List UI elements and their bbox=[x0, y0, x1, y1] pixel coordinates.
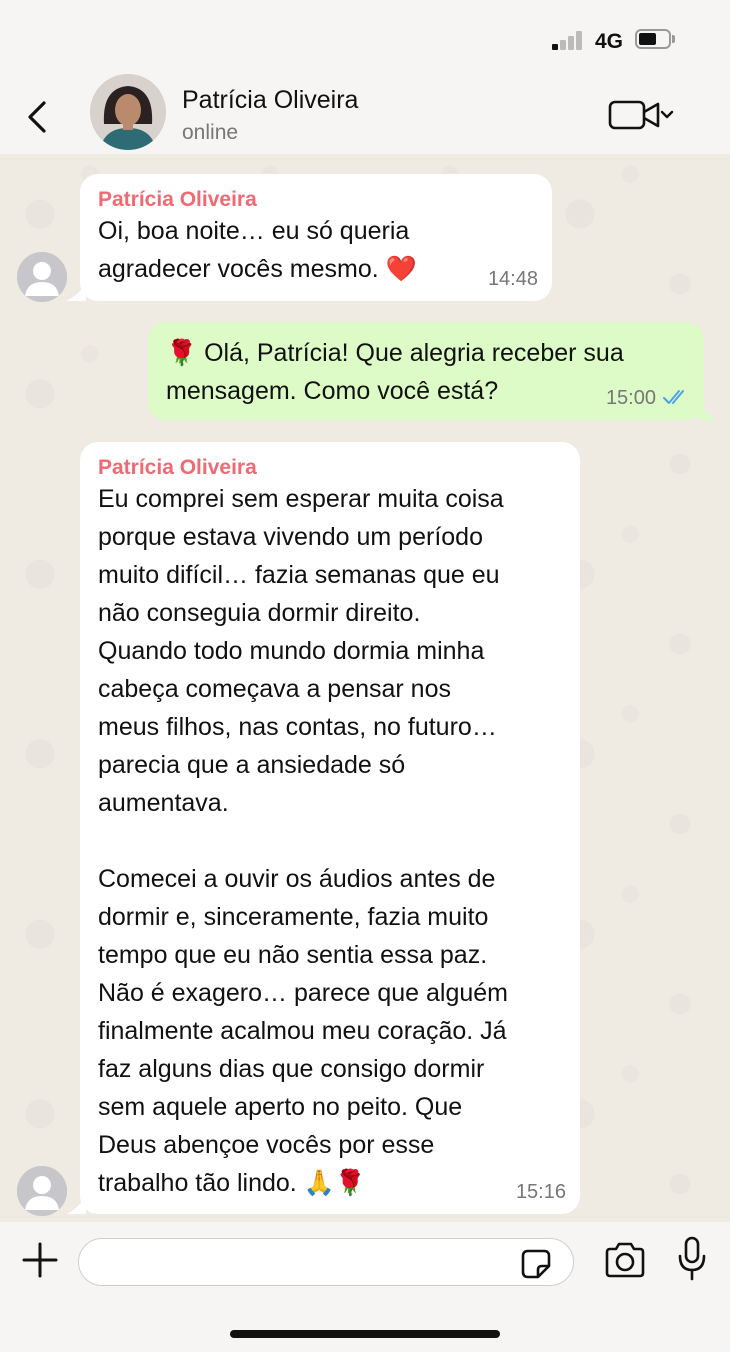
home-indicator[interactable] bbox=[230, 1330, 500, 1338]
chevron-down-icon bbox=[660, 110, 674, 119]
camera-icon bbox=[605, 1242, 645, 1278]
back-button[interactable] bbox=[18, 96, 58, 136]
camera-button[interactable] bbox=[603, 1240, 647, 1280]
microphone-icon bbox=[678, 1236, 706, 1281]
message-composer bbox=[0, 1222, 730, 1352]
message-sender: Patrícia Oliveira bbox=[98, 456, 257, 479]
message-bubble-outgoing[interactable]: 🌹 Olá, Patrícia! Que alegria receber sua… bbox=[148, 322, 704, 420]
network-type: 4G bbox=[595, 30, 624, 53]
plus-icon bbox=[22, 1242, 58, 1278]
message-time: 15:16 bbox=[515, 1181, 566, 1203]
status-bar: 4G bbox=[0, 0, 730, 76]
sticker-button[interactable] bbox=[520, 1248, 552, 1280]
default-user-icon bbox=[17, 1166, 67, 1216]
sticker-icon bbox=[521, 1249, 551, 1279]
video-call-icon bbox=[608, 100, 660, 130]
bubble-tail bbox=[66, 281, 86, 301]
contact-name[interactable]: Patrícia Oliveira bbox=[182, 86, 358, 115]
message-bubble-incoming[interactable]: Patrícia Oliveira Oi, boa noite… eu só q… bbox=[80, 174, 552, 301]
chat-messages-area[interactable]: Patrícia Oliveira Oi, boa noite… eu só q… bbox=[0, 154, 730, 1222]
double-check-read-icon bbox=[663, 390, 684, 404]
signal-strength-icon bbox=[552, 30, 586, 50]
message-time: 14:48 bbox=[487, 268, 538, 290]
microphone-button[interactable] bbox=[676, 1236, 708, 1282]
bubble-tail bbox=[698, 400, 718, 420]
message-text: Eu comprei sem esperar muita coisa porqu… bbox=[98, 485, 508, 1197]
message-sender: Patrícia Oliveira bbox=[98, 188, 257, 211]
contact-status: online bbox=[182, 121, 239, 144]
chat-header: Patrícia Oliveira online bbox=[0, 74, 730, 154]
message-time: 15:00 bbox=[605, 387, 656, 409]
contact-avatar[interactable] bbox=[90, 74, 166, 150]
video-call-button[interactable] bbox=[608, 98, 680, 134]
avatar[interactable] bbox=[17, 252, 67, 302]
default-user-icon bbox=[17, 252, 67, 302]
message-input[interactable] bbox=[78, 1238, 574, 1286]
chevron-left-icon bbox=[28, 101, 46, 133]
attach-button[interactable] bbox=[20, 1240, 60, 1280]
person-photo-icon bbox=[90, 74, 166, 150]
message-bubble-incoming[interactable]: Patrícia Oliveira Eu comprei sem esperar… bbox=[80, 442, 580, 1214]
battery-icon bbox=[635, 29, 675, 51]
avatar[interactable] bbox=[17, 1166, 67, 1216]
message-text: Oi, boa noite… eu só queria agradecer vo… bbox=[98, 217, 417, 283]
bubble-tail bbox=[66, 1194, 86, 1214]
